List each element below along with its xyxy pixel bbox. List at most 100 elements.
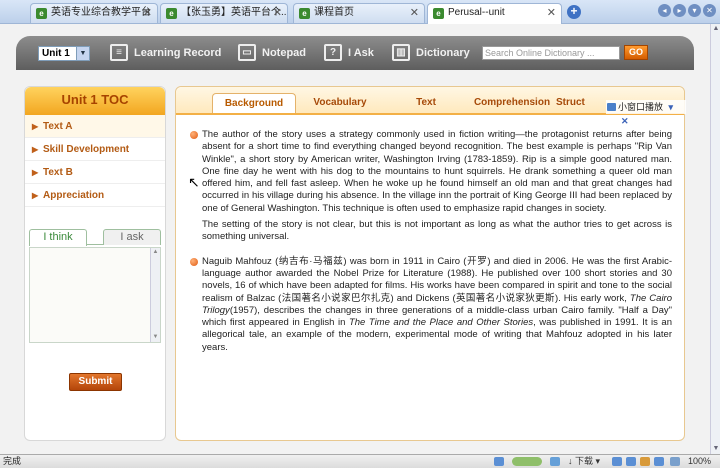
toc-item-label: Appreciation	[43, 190, 105, 201]
go-button[interactable]: GO	[624, 45, 648, 60]
close-icon[interactable]: ✕	[410, 4, 419, 22]
paragraph: Naguib Mahfouz (纳吉布·马福兹) was born in 191…	[190, 256, 672, 354]
notepad-label: Notepad	[262, 47, 306, 59]
tab-vocabulary[interactable]: Vocabulary	[298, 93, 382, 113]
notebook-icon: ≡	[110, 44, 128, 61]
close-icon[interactable]: ✕	[547, 4, 556, 22]
menu-icon[interactable]: ▾	[688, 4, 701, 17]
bullet-icon	[190, 257, 198, 266]
notepad-icon: ▭	[238, 44, 256, 61]
browser-tab-label: 英语专业综合教学平台	[51, 7, 151, 18]
window-icon	[607, 103, 616, 111]
browser-tab-active[interactable]: e Perusal--unit ✕	[427, 3, 562, 24]
triangle-right-icon: ▶	[32, 145, 39, 154]
toc-title: Unit 1 TOC	[25, 87, 165, 115]
bullet-icon	[190, 131, 198, 139]
tab-comprehension[interactable]: Comprehension	[470, 93, 554, 113]
book-title: The Time and the Place and Other Stories	[348, 317, 534, 329]
window-icon[interactable]	[626, 457, 636, 466]
toc-item-text-b[interactable]: ▶ Text B	[25, 161, 165, 184]
dictionary-search-input[interactable]: Search Online Dictionary ...	[482, 46, 620, 60]
download-button[interactable]: ↓ 下载 ▾	[568, 455, 600, 468]
small-window-play[interactable]: 小窗口播放 ▾ ✕	[606, 100, 686, 126]
close-icon[interactable]: ✕	[621, 116, 629, 126]
browser-tab[interactable]: e 【张玉勇】英语平台个... ✕	[160, 3, 288, 23]
submit-button[interactable]: Submit	[69, 373, 122, 391]
page-favicon-icon: e	[433, 8, 444, 19]
textarea-scrollbar[interactable]: ▲ ▼	[150, 248, 160, 342]
dictionary-button[interactable]: ▥ Dictionary	[390, 42, 470, 64]
toc-item-label: Text A	[43, 121, 73, 132]
zoom-icon[interactable]	[670, 457, 680, 466]
toc-item-label: Text B	[43, 167, 73, 178]
toc-item-appreciation[interactable]: ▶ Appreciation	[25, 184, 165, 207]
paragraph-text: The setting of the story is not clear, b…	[202, 219, 672, 243]
i-ask-button[interactable]: ? I Ask	[322, 42, 374, 64]
notepad-button[interactable]: ▭ Notepad	[236, 42, 306, 64]
close-icon[interactable]: ✕	[143, 4, 152, 22]
tab-i-ask[interactable]: I ask	[103, 229, 161, 245]
browser-tab-label: Perusal--unit	[448, 7, 505, 18]
page-favicon-icon: e	[166, 8, 177, 19]
think-ask-tabs: I think I ask	[29, 227, 161, 246]
triangle-right-icon: ▶	[32, 191, 39, 200]
book-icon: ▥	[392, 44, 410, 61]
browser-tab[interactable]: e 英语专业综合教学平台 ✕	[30, 3, 158, 23]
page-favicon-icon: e	[299, 8, 310, 19]
browser-tab[interactable]: e 课程首页 ✕	[293, 3, 425, 23]
tab-text[interactable]: Text	[384, 93, 468, 113]
paragraph-text: Naguib Mahfouz (纳吉布·马福兹) was born in 191…	[202, 255, 672, 304]
speech-bubble-icon: ?	[324, 44, 342, 61]
mouse-cursor-icon: ↖	[188, 174, 200, 190]
paragraph: The setting of the story is not clear, b…	[190, 219, 672, 244]
refresh-icon[interactable]	[550, 457, 560, 466]
page-icon[interactable]	[612, 457, 622, 466]
tab-structure[interactable]: Struct	[556, 93, 606, 113]
content-panel: Background Vocabulary Text Comprehension…	[175, 86, 686, 441]
chevron-down-icon[interactable]: ▼	[76, 47, 89, 60]
i-ask-label: I Ask	[348, 47, 374, 59]
scroll-down-icon[interactable]: ▼	[152, 334, 159, 341]
toc-item-text-a[interactable]: ▶ Text A	[25, 115, 165, 138]
background-text: The author of the story uses a strategy …	[190, 129, 672, 358]
forward-icon[interactable]: ▸	[673, 4, 686, 17]
triangle-right-icon: ▶	[32, 168, 39, 177]
screen-icon[interactable]	[654, 457, 664, 466]
browser-tab-strip: e 英语专业综合教学平台 ✕ e 【张玉勇】英语平台个... ✕ e 课程首页 …	[0, 0, 720, 24]
page-scrollbar[interactable]: ▲ ▼	[710, 24, 720, 454]
security-icon[interactable]	[494, 457, 504, 466]
tab-i-think[interactable]: I think	[29, 229, 87, 246]
think-textarea[interactable]: ▲ ▼	[29, 247, 161, 343]
scroll-up-icon[interactable]: ▲	[152, 249, 159, 256]
scroll-up-icon[interactable]: ▲	[712, 25, 720, 33]
learning-record-button[interactable]: ≡ Learning Record	[108, 42, 221, 64]
download-label: 下载	[575, 456, 594, 466]
unit-select[interactable]: Unit 1 ▼	[38, 46, 90, 61]
triangle-right-icon: ▶	[32, 122, 39, 131]
close-window-icon[interactable]: ✕	[703, 4, 716, 17]
new-tab-plus-icon[interactable]: +	[567, 5, 581, 19]
toggle-icon[interactable]	[512, 457, 542, 466]
browser-tab-label: 课程首页	[314, 7, 354, 18]
dictionary-search-placeholder: Search Online Dictionary ...	[485, 48, 595, 58]
page-viewport: Unit 1 ▼ ≡ Learning Record ▭ Notepad ? I…	[0, 24, 710, 454]
paragraph: The author of the story uses a strategy …	[190, 129, 672, 215]
page-favicon-icon: e	[36, 8, 47, 19]
window-controls: ◂ ▸ ▾ ✕	[658, 4, 716, 17]
scroll-down-icon[interactable]: ▼	[712, 445, 720, 453]
toc-panel: Unit 1 TOC ▶ Text A ▶ Skill Development …	[24, 86, 166, 441]
status-bar: 完成 ↓ 下载 ▾ 100%	[0, 454, 720, 468]
close-icon[interactable]: ✕	[273, 4, 282, 22]
status-tools: ↓ 下载 ▾ 100%	[492, 455, 720, 468]
chevron-down-icon[interactable]: ▾	[669, 102, 674, 112]
dictionary-label: Dictionary	[416, 47, 470, 59]
sound-icon[interactable]	[640, 457, 650, 466]
toc-item-label: Skill Development	[43, 144, 130, 155]
back-icon[interactable]: ◂	[658, 4, 671, 17]
status-text: 完成	[3, 456, 22, 466]
tab-background[interactable]: Background	[212, 93, 296, 113]
paragraph-text: The author of the story uses a strategy …	[202, 129, 672, 214]
learning-record-label: Learning Record	[134, 47, 222, 59]
zoom-level[interactable]: 100%	[688, 455, 711, 468]
toc-item-skill-development[interactable]: ▶ Skill Development	[25, 138, 165, 161]
